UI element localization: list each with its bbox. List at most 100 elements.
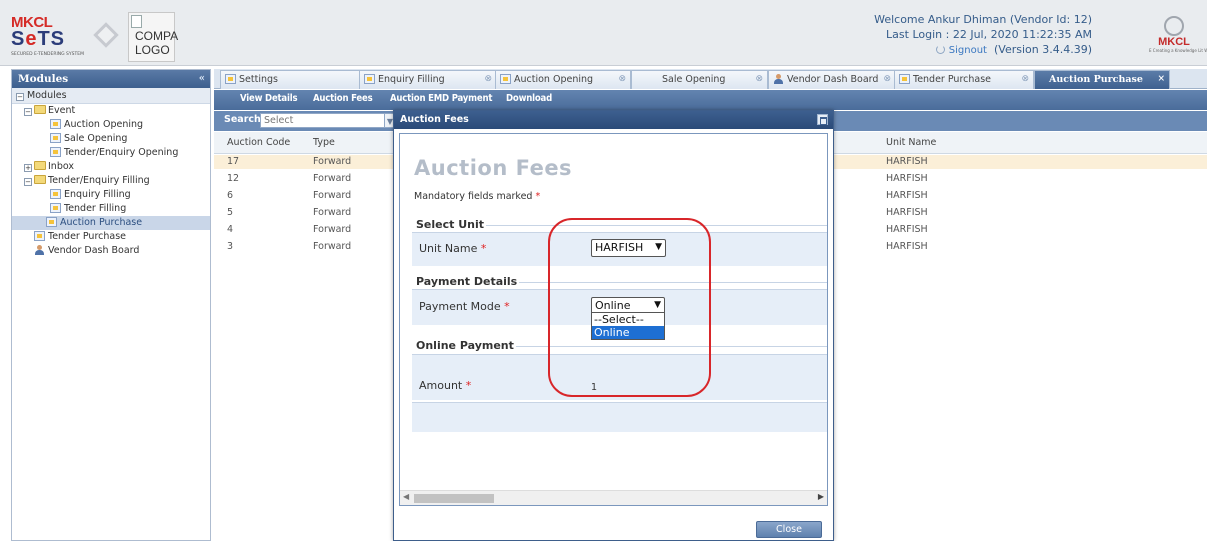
mandatory-note: Mandatory fields marked *	[414, 191, 540, 202]
cell-unit-name: HARFISH	[886, 207, 928, 218]
page-icon	[34, 231, 45, 241]
tree-item-tender-enquiry-filling[interactable]: − Tender/Enquiry Filling	[12, 174, 210, 188]
folder-open-icon	[34, 105, 46, 114]
user-icon	[34, 245, 45, 255]
cell-auction-code: 6	[227, 190, 234, 201]
dialog-titlebar[interactable]: Auction Fees	[394, 111, 833, 129]
page-icon	[225, 74, 236, 84]
required-mark: *	[535, 191, 541, 202]
tree-item-label: Tender/Enquiry Filling	[48, 175, 150, 186]
scroll-right-icon[interactable]: ▶	[818, 492, 824, 501]
scroll-left-icon[interactable]: ◀	[403, 492, 409, 501]
close-tab-icon[interactable]: ⊗	[755, 71, 763, 88]
double-chevron-left-icon[interactable]: «	[199, 73, 205, 84]
mkcl-right-logo: MKCL E Creating a Knowledge Lit World	[1149, 16, 1207, 60]
tab-auction-opening[interactable]: Auction Opening ⊗	[495, 70, 631, 89]
auction-emd-payment-button[interactable]: Auction EMD Payment	[390, 93, 492, 104]
close-tab-icon[interactable]: ×	[1157, 71, 1165, 88]
mkcl-right-logo-text: MKCL	[1158, 36, 1190, 48]
cell-auction-code: 4	[227, 224, 234, 235]
close-tab-icon[interactable]: ⊗	[484, 71, 492, 88]
expand-toggle-icon[interactable]: +	[24, 164, 32, 172]
cell-unit-name: HARFISH	[886, 156, 928, 167]
company-logo-alt: COMPA LOGO	[135, 29, 178, 57]
folder-open-icon	[34, 175, 46, 184]
unit-name-label-text: Unit Name	[419, 242, 478, 255]
tab-label: Enquiry Filling	[378, 74, 445, 85]
company-logo-image: COMPA LOGO	[128, 12, 178, 62]
signout-link[interactable]: Signout	[949, 45, 987, 56]
version-text: (Version 3.4.4.39)	[993, 43, 1092, 56]
brand-sets-part-b: e	[25, 28, 38, 50]
tab-sale-opening[interactable]: Sale Opening ⊗	[631, 70, 768, 89]
tree-item-sale-opening[interactable]: Sale Opening	[12, 132, 210, 146]
broken-image-icon	[131, 15, 142, 28]
maximize-icon[interactable]	[817, 114, 828, 125]
tree-item-modules[interactable]: − Modules	[12, 88, 210, 104]
tab-enquiry-filling[interactable]: Enquiry Filling ⊗	[359, 70, 497, 89]
search-select-input[interactable]	[260, 113, 385, 128]
page-icon	[50, 189, 61, 199]
tree-item-tender-purchase[interactable]: Tender Purchase	[12, 230, 210, 244]
tab-label: Settings	[239, 74, 278, 85]
tree-item-label: Event	[48, 105, 76, 116]
tab-vendor-dash-board[interactable]: Vendor Dash Board ⊗	[768, 70, 896, 89]
close-tab-icon[interactable]: ⊗	[618, 71, 626, 88]
cell-auction-code: 17	[227, 156, 240, 167]
mkcl-globe-icon	[1164, 16, 1184, 36]
collapse-toggle-icon[interactable]: −	[24, 178, 32, 186]
tree-item-auction-opening[interactable]: Auction Opening	[12, 118, 210, 132]
cell-type: Forward	[313, 190, 352, 201]
tab-label: Vendor Dash Board	[787, 74, 879, 85]
column-auction-code[interactable]: Auction Code	[227, 137, 290, 148]
tree-item-tender-filling[interactable]: Tender Filling	[12, 202, 210, 216]
tree-item-enquiry-filling[interactable]: Enquiry Filling	[12, 188, 210, 202]
close-tab-icon[interactable]: ⊗	[883, 71, 891, 88]
page-icon	[50, 133, 61, 143]
modules-panel: Modules « − Modules − Event Auction Openi…	[11, 69, 211, 541]
folder-icon	[34, 161, 46, 170]
tree-item-event[interactable]: − Event	[12, 104, 210, 118]
close-button[interactable]: Close	[756, 521, 822, 538]
tree-item-tender-enquiry-opening[interactable]: Tender/Enquiry Opening	[12, 146, 210, 160]
horizontal-scrollbar[interactable]: ◀ ▶	[400, 490, 827, 505]
tab-settings[interactable]: Settings	[220, 70, 364, 89]
required-mark: *	[465, 379, 472, 392]
brand-tagline: SECURED E-TENDERING SYSTEM	[11, 52, 84, 57]
unit-name-label: Unit Name *	[419, 242, 486, 255]
download-button[interactable]: Download	[506, 93, 552, 104]
app-header: MKCL SeTS SECURED E-TENDERING SYSTEM COM…	[0, 0, 1207, 66]
tab-label: Tender Purchase	[913, 74, 991, 85]
action-toolbar: View Details Auction Fees Auction EMD Pa…	[214, 90, 1207, 110]
section-payment-details: Payment Details	[414, 275, 520, 288]
welcome-block: Welcome Ankur Dhiman (Vendor Id: 12) Las…	[874, 12, 1092, 58]
tree-item-auction-purchase[interactable]: Auction Purchase	[12, 216, 210, 230]
mkcl-right-logo-tagline: E Creating a Knowledge Lit World	[1149, 48, 1207, 53]
modules-panel-title: Modules	[18, 73, 69, 85]
tab-tender-purchase[interactable]: Tender Purchase ⊗	[894, 70, 1034, 89]
amount-label-text: Amount	[419, 379, 463, 392]
tab-bar: Settings Enquiry Filling ⊗ Auction Openin…	[214, 69, 1207, 89]
modules-panel-header: Modules «	[12, 70, 210, 88]
column-type[interactable]: Type	[313, 137, 335, 148]
close-tab-icon[interactable]: ⊗	[1021, 71, 1029, 88]
tree-item-vendor-dash-board[interactable]: Vendor Dash Board	[12, 244, 210, 258]
view-details-button[interactable]: View Details	[240, 93, 298, 104]
annotation-outline	[548, 218, 711, 397]
mkcl-sets-logo: MKCL SeTS SECURED E-TENDERING SYSTEM	[11, 14, 129, 62]
collapse-toggle-icon[interactable]: −	[24, 108, 32, 116]
power-icon[interactable]	[936, 45, 946, 54]
auction-fees-button[interactable]: Auction Fees	[313, 93, 373, 104]
brand-sets-part-c: TS	[37, 28, 66, 50]
modules-tree: − Modules − Event Auction Opening Sale Op…	[12, 88, 210, 258]
mandatory-note-text: Mandatory fields marked	[414, 191, 533, 202]
page-icon	[500, 74, 511, 84]
cell-unit-name: HARFISH	[886, 224, 928, 235]
tree-item-inbox[interactable]: + Inbox	[12, 160, 210, 174]
dialog-title: Auction Fees	[400, 114, 469, 125]
collapse-toggle-icon[interactable]: −	[16, 93, 24, 101]
tab-label: Auction Purchase	[1049, 74, 1143, 85]
scroll-thumb[interactable]	[414, 494, 494, 503]
column-unit-name[interactable]: Unit Name	[886, 137, 936, 148]
tab-auction-purchase[interactable]: Auction Purchase ×	[1034, 70, 1170, 89]
